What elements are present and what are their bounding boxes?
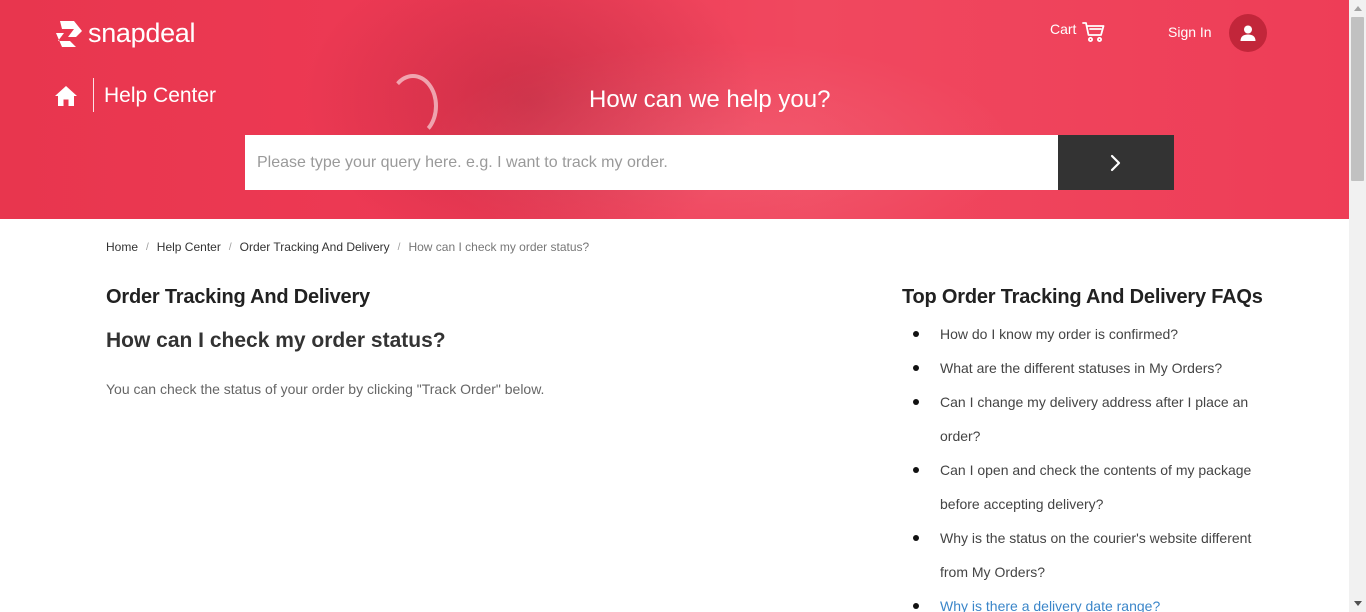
breadcrumb-home[interactable]: Home [106, 240, 138, 254]
article-category-title: Order Tracking And Delivery [106, 286, 370, 308]
help-center-title[interactable]: Help Center [104, 84, 216, 108]
header-divider [93, 78, 94, 112]
cart-label: Cart [1050, 21, 1077, 37]
breadcrumb-separator: / [146, 241, 149, 253]
breadcrumb-current: How can I check my order status? [408, 240, 590, 254]
scroll-down-button[interactable] [1349, 595, 1366, 612]
faq-item[interactable]: Can I open and check the contents of my … [902, 453, 1272, 521]
breadcrumb-separator: / [397, 241, 401, 253]
article-answer: You can check the status of your order b… [106, 381, 545, 397]
search-submit-button[interactable] [1058, 135, 1174, 190]
search-input[interactable] [245, 135, 1058, 190]
faq-item[interactable]: How do I know my order is confirmed? [902, 317, 1272, 351]
user-icon [1240, 25, 1256, 41]
scroll-up-button[interactable] [1349, 0, 1366, 17]
scroll-down-arrow-icon [1353, 601, 1362, 606]
chevron-right-icon [1110, 154, 1121, 171]
user-avatar-button[interactable] [1229, 14, 1267, 52]
sign-in-link[interactable]: Sign In [1168, 24, 1212, 40]
faq-item[interactable]: Why is the status on the courier's websi… [902, 521, 1272, 589]
snapdeal-logo[interactable]: snapdeal [54, 18, 196, 49]
breadcrumb-category[interactable]: Order Tracking And Delivery [240, 240, 390, 254]
faq-section-title: Top Order Tracking And Delivery FAQs [902, 286, 1263, 308]
cart-button[interactable]: Cart [1050, 20, 1106, 44]
breadcrumb-help-center[interactable]: Help Center [157, 240, 221, 254]
faq-item[interactable]: What are the different statuses in My Or… [902, 351, 1272, 385]
faq-list: How do I know my order is confirmed? Wha… [902, 317, 1272, 612]
hero-question: How can we help you? [589, 86, 831, 113]
home-icon[interactable] [54, 85, 78, 107]
headset-graphic [388, 74, 438, 138]
breadcrumb-separator: / [228, 241, 232, 253]
breadcrumb: Home / Help Center / Order Tracking And … [106, 240, 589, 254]
faq-item[interactable]: Why is there a delivery date range? [902, 589, 1272, 612]
scrollbar-thumb[interactable] [1351, 17, 1364, 181]
faq-item[interactable]: Can I change my delivery address after I… [902, 385, 1272, 453]
logo-text: snapdeal [88, 18, 196, 48]
snapdeal-logo-icon [56, 20, 82, 47]
cart-icon [1082, 22, 1105, 42]
scroll-up-arrow-icon [1353, 6, 1362, 11]
article-question: How can I check my order status? [106, 329, 446, 352]
